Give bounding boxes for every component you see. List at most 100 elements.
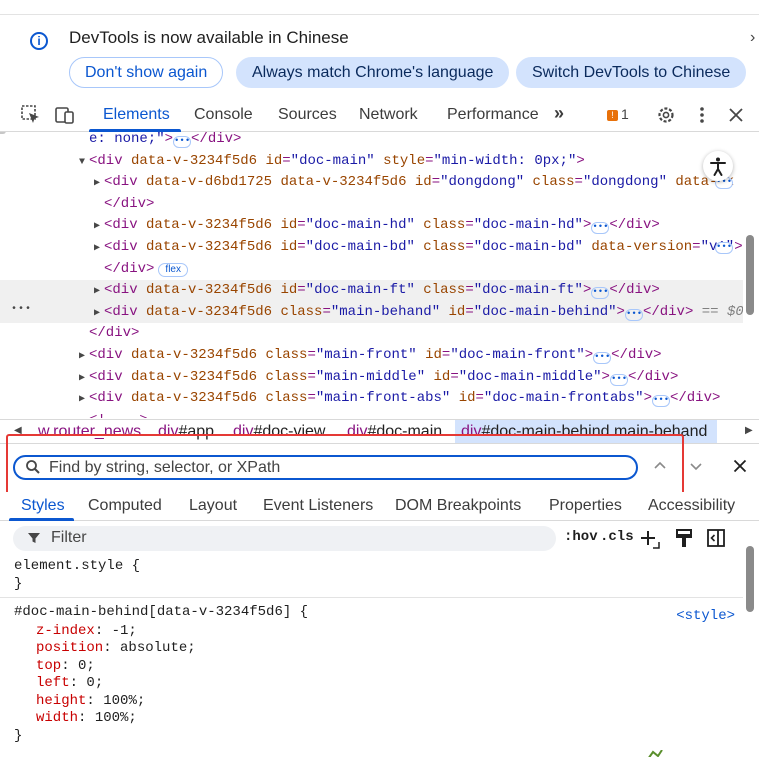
dom-node-markup[interactable]: <div data-v-3234f5d6 class="main-behand"… [104, 302, 743, 324]
hover-state-toggle[interactable]: :hov [564, 529, 598, 545]
tab-console[interactable]: Console [194, 106, 253, 124]
dom-node-line[interactable]: ▶ <div data-v-3234f5d6 class="main-front-… [0, 388, 743, 410]
ellipsis-icon[interactable]: ••• [651, 395, 670, 408]
dom-node-line[interactable]: ▶ <div data-v-3234f5d6 class="main-front"… [0, 345, 743, 367]
dom-node-line[interactable]: ▼ <div data-v-3234f5d6 id="doc-main" styl… [0, 151, 743, 173]
dom-node-markup[interactable]: <div data-v-3234f5d6 id="doc-main" style… [89, 151, 585, 173]
toggle-sidebar-icon[interactable] [706, 528, 726, 553]
dom-node-markup[interactable]: <div data-v-3234f5d6 id="doc-main-ft" cl… [104, 280, 660, 302]
devtools-toolbar: Elements Console Sources Network Perform… [0, 98, 759, 132]
dom-node-markup[interactable]: <div data-v-3234f5d6 id="doc-main-bd" cl… [104, 237, 743, 259]
expand-triangle-icon[interactable]: ▶ [94, 216, 100, 238]
dom-node-markup[interactable]: <div data-v-3234f5d6 id="doc-main-hd" cl… [104, 215, 660, 237]
issues-badge[interactable]: ! 1 [607, 106, 629, 122]
expand-triangle-icon[interactable]: ▶ [79, 346, 85, 368]
css-declaration[interactable]: height: 100%; [36, 693, 145, 711]
css-declaration[interactable]: position: absolute; [36, 640, 196, 658]
paint-brush-icon[interactable] [674, 528, 694, 555]
search-highlight-annotation [6, 434, 684, 499]
filter-input[interactable] [51, 529, 531, 547]
dom-node-line[interactable]: ▶ <div data-v-3234f5d6 class="main-middle… [0, 367, 743, 389]
ellipsis-icon[interactable]: ••• [591, 287, 610, 300]
search-close-icon[interactable] [731, 457, 749, 480]
expand-triangle-icon[interactable]: ▶ [79, 389, 85, 411]
tab-properties[interactable]: Properties [549, 497, 622, 515]
expand-triangle-icon[interactable]: ▶ [94, 303, 100, 325]
css-declaration[interactable]: z-index: -1; [36, 623, 137, 641]
issues-count: 1 [621, 106, 629, 122]
ellipsis-icon[interactable]: ••• [591, 222, 610, 235]
dom-node-markup[interactable]: <div data-v-3234f5d6 class="main-middle"… [89, 367, 678, 389]
dom-tree[interactable]: e: none;">•••</div> ▼ <div data-v-3234f5d6… [0, 132, 743, 418]
expand-triangle-icon[interactable]: ▶ [94, 281, 100, 303]
switch-to-chinese-button[interactable]: Switch DevTools to Chinese [516, 57, 747, 88]
more-tabs-icon[interactable]: » [554, 103, 564, 124]
dom-node-markup[interactable]: <div data-v-d6bd1725 data-v-3234f5d6 id=… [104, 172, 734, 194]
always-match-language-button[interactable]: Always match Chrome's language [236, 57, 510, 88]
expand-triangle-icon[interactable]: ▶ [94, 173, 100, 195]
dom-node-line[interactable]: <!----> [0, 410, 743, 418]
styles-filter-box[interactable] [13, 526, 556, 551]
tab-event-listeners[interactable]: Event Listeners [263, 497, 373, 515]
ellipsis-icon[interactable]: ••• [715, 242, 733, 254]
tab-computed[interactable]: Computed [88, 497, 162, 515]
new-style-rule-icon[interactable] [639, 528, 661, 555]
dom-node-line[interactable]: e: none;">•••</div> [0, 132, 743, 151]
gear-icon[interactable] [655, 104, 677, 126]
tab-dom-breakpoints[interactable]: DOM Breakpoints [395, 497, 521, 515]
styles-scrollbar-thumb[interactable] [746, 546, 754, 612]
tab-elements[interactable]: Elements [103, 106, 170, 124]
dom-node-line[interactable]: </div> [0, 323, 743, 345]
tab-layout[interactable]: Layout [189, 497, 237, 515]
dom-node-markup[interactable]: <div data-v-3234f5d6 class="main-front" … [89, 345, 662, 367]
filter-icon [27, 531, 41, 548]
breadcrumb-scroll-right-icon[interactable]: ▶ [741, 425, 753, 436]
accessibility-icon[interactable] [703, 151, 733, 181]
tab-performance[interactable]: Performance [447, 106, 539, 124]
dom-node-line[interactable]: </div> [0, 194, 743, 216]
close-icon[interactable]: › [750, 29, 755, 47]
expand-triangle-icon[interactable]: ▶ [94, 238, 100, 260]
tab-network[interactable]: Network [359, 106, 418, 124]
dom-node-markup[interactable]: <!----> [89, 410, 148, 418]
dom-node-markup[interactable]: </div> [89, 323, 139, 345]
dom-node-markup[interactable]: <div data-v-3234f5d6 class="main-front-a… [89, 388, 720, 410]
element-style-close: } [14, 576, 23, 592]
rule-selector[interactable]: #doc-main-behind[data-v-3234f5d6] { [14, 604, 308, 622]
expand-triangle-icon[interactable]: ▶ [79, 368, 85, 390]
dom-scrollbar-thumb[interactable] [746, 235, 754, 315]
css-declaration[interactable]: left: 0; [36, 675, 103, 693]
close-devtools-icon[interactable] [725, 104, 747, 126]
dom-node-markup[interactable]: e: none;">•••</div> [89, 132, 241, 151]
dom-node-markup[interactable]: </div> [104, 194, 154, 216]
class-toggle[interactable]: .cls [600, 529, 634, 545]
active-styles-tab-indicator [9, 518, 74, 521]
ellipsis-icon[interactable]: ••• [173, 136, 192, 148]
collapse-triangle-icon[interactable]: ▼ [79, 152, 85, 174]
ellipsis-icon[interactable]: ••• [624, 308, 643, 321]
ellipsis-icon[interactable]: ••• [609, 373, 628, 386]
device-toolbar-icon[interactable] [54, 104, 76, 126]
tab-styles[interactable]: Styles [21, 497, 65, 515]
dom-node-line[interactable]: ▶ <div data-v-3234f5d6 id="doc-main-hd" c… [0, 215, 743, 237]
dom-node-line[interactable]: ▶ <div data-v-3234f5d6 id="doc-main-ft" c… [0, 280, 743, 302]
more-options-icon[interactable] [691, 104, 713, 126]
css-declaration[interactable]: top: 0; [36, 658, 95, 676]
tab-sources[interactable]: Sources [278, 106, 337, 124]
ellipsis-icon[interactable]: ••• [593, 352, 612, 364]
flex-badge[interactable]: flex [158, 262, 188, 277]
style-source-link[interactable]: <style> [676, 608, 735, 626]
infobar-message: DevTools is now available in Chinese [69, 28, 349, 47]
element-style-selector[interactable]: element.style { [14, 558, 140, 576]
dom-node-line[interactable]: ••• ▶ <div data-v-3234f5d6 class="main-beh… [0, 299, 743, 325]
tab-accessibility[interactable]: Accessibility [648, 497, 735, 515]
dom-node-markup[interactable]: </div> flex [104, 259, 188, 281]
search-next-icon[interactable] [687, 457, 705, 480]
dom-node-line[interactable]: </div> flex [0, 259, 743, 281]
css-declaration[interactable]: width: 100%; [36, 710, 137, 728]
dom-node-line[interactable]: ▶ <div data-v-3234f5d6 id="doc-main-bd" c… [0, 237, 743, 259]
inspect-element-icon[interactable] [20, 104, 42, 126]
dont-show-again-button[interactable]: Don't show again [69, 57, 224, 88]
node-actions-icon[interactable]: ••• [11, 299, 32, 321]
dom-node-line[interactable]: ▶ <div data-v-d6bd1725 data-v-3234f5d6 id… [0, 172, 743, 194]
